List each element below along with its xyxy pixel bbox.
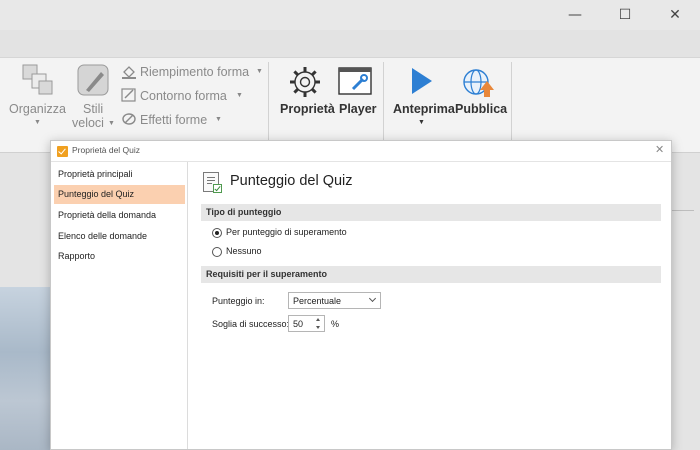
chevron-down-icon: ▼ xyxy=(256,68,263,75)
quiz-score-icon xyxy=(203,172,222,193)
chevron-down-icon: ▼ xyxy=(418,119,425,126)
organizza-label: Organizza xyxy=(9,102,66,116)
score-unit-select[interactable]: Percentuale xyxy=(288,292,381,309)
outline-pen-icon xyxy=(121,88,136,102)
threshold-stepper[interactable]: 50 xyxy=(288,315,325,332)
radio-indicator xyxy=(212,247,222,257)
radio-selected-indicator xyxy=(212,228,222,238)
nav-item-rapporto[interactable]: Rapporto xyxy=(54,247,185,266)
minimize-button[interactable]: — xyxy=(552,0,598,30)
score-unit-value: Percentuale xyxy=(293,296,342,306)
chevron-down-icon xyxy=(368,294,377,303)
dialog-nav: Proprietà principali Punteggio del Quiz … xyxy=(51,162,188,449)
effetti-label: Effetti forme xyxy=(140,113,208,127)
stepper-down-icon[interactable] xyxy=(316,326,320,329)
chevron-down-icon: ▼ xyxy=(34,119,41,126)
threshold-label: Soglia di successo: xyxy=(212,319,290,329)
globe-upload-icon xyxy=(463,69,494,97)
title-bar: — ☐ ✕ xyxy=(0,0,700,30)
stepper-arrows[interactable] xyxy=(315,317,322,330)
ribbon: Organizza ▼ Stili veloci ▼ Riempimento f… xyxy=(0,58,700,153)
gear-icon xyxy=(290,67,320,97)
maximize-button[interactable]: ☐ xyxy=(602,0,648,30)
pubblica-label: Pubblica xyxy=(455,102,508,116)
veloci-label: veloci xyxy=(72,116,104,130)
chevron-down-icon: ▼ xyxy=(108,120,115,127)
page-title: Punteggio del Quiz xyxy=(230,173,353,189)
player-settings-icon xyxy=(338,67,372,95)
nav-item-proprieta-della-domanda[interactable]: Proprietà della domanda xyxy=(54,206,185,225)
quiz-properties-dialog: Proprietà del Quiz ✕ Proprietà principal… xyxy=(50,140,672,450)
nav-item-punteggio-del-quiz[interactable]: Punteggio del Quiz xyxy=(54,185,185,204)
ribbon-separator xyxy=(383,62,384,144)
stili-label: Stili xyxy=(83,102,104,116)
section-header-requisiti: Requisiti per il superamento xyxy=(201,266,661,283)
arrange-icon xyxy=(22,64,53,95)
radio-label: Nessuno xyxy=(226,246,262,256)
chevron-down-icon: ▼ xyxy=(215,116,222,123)
fill-bucket-icon xyxy=(122,66,136,79)
dialog-close-button[interactable]: ✕ xyxy=(655,143,664,156)
radio-label: Per punteggio di superamento xyxy=(226,227,347,237)
threshold-unit: % xyxy=(331,319,340,329)
dialog-title: Proprietà del Quiz xyxy=(72,145,141,155)
ribbon-separator xyxy=(268,62,269,144)
stepper-up-icon[interactable] xyxy=(316,318,320,321)
slide-background-image xyxy=(0,287,52,450)
nav-item-proprieta-principali[interactable]: Proprietà principali xyxy=(54,165,185,184)
nav-item-elenco-delle-domande[interactable]: Elenco delle domande xyxy=(54,227,185,246)
proprieta-label: Proprietà xyxy=(280,102,335,116)
chevron-down-icon: ▼ xyxy=(236,92,243,99)
threshold-value: 50 xyxy=(293,319,304,329)
anteprima-label: Anteprima xyxy=(393,102,455,116)
dialog-content: Punteggio del Quiz Tipo di punteggio Per… xyxy=(189,162,671,449)
quick-styles-icon xyxy=(77,64,109,96)
ribbon-tab-strip xyxy=(0,30,700,58)
shape-effects-icon xyxy=(122,113,136,125)
player-label: Player xyxy=(339,102,377,116)
ribbon-separator xyxy=(511,62,512,144)
quiz-check-icon xyxy=(57,146,68,157)
section-header-tipo-di-punteggio: Tipo di punteggio xyxy=(201,204,661,221)
riempimento-label: Riempimento forma xyxy=(140,65,250,79)
play-icon xyxy=(412,68,432,94)
contorno-label: Contorno forma xyxy=(140,89,227,103)
close-window-button[interactable]: ✕ xyxy=(652,0,698,30)
canvas-guide-line xyxy=(672,210,694,211)
dialog-title-bar: Proprietà del Quiz ✕ xyxy=(51,141,671,162)
score-unit-label: Punteggio in: xyxy=(212,296,265,306)
